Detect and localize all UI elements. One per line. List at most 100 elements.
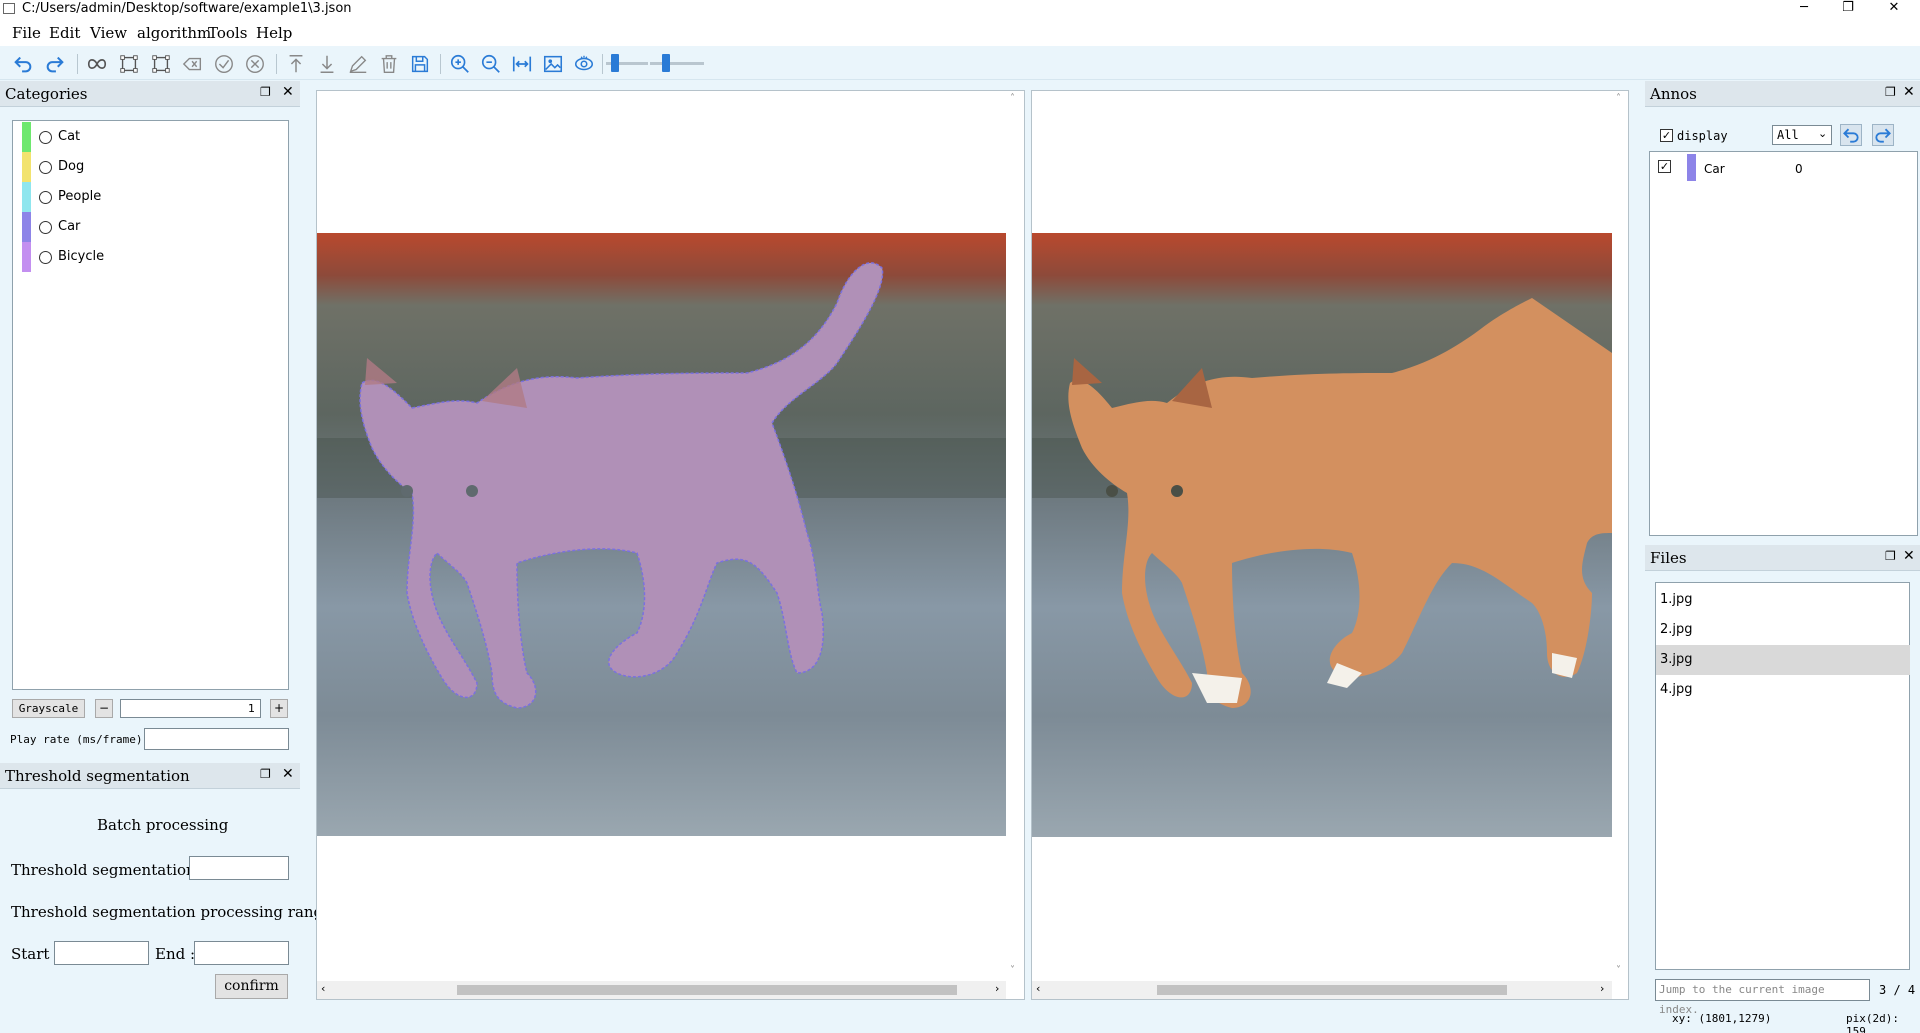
- pencil-icon[interactable]: [345, 51, 371, 77]
- category-item-people[interactable]: People: [22, 182, 292, 212]
- scrollbar-thumb[interactable]: [1157, 985, 1507, 995]
- annos-undo-button[interactable]: [1840, 124, 1862, 146]
- categories-list: Cat Dog People Car Bicycle: [12, 120, 289, 690]
- vertical-scrollbar[interactable]: ˄ ˅: [1006, 91, 1024, 981]
- erase-icon[interactable]: [180, 51, 206, 77]
- contrast-slider-track[interactable]: [650, 62, 704, 65]
- close-icon[interactable]: ✕: [282, 766, 294, 782]
- category-radio[interactable]: [39, 191, 52, 204]
- float-icon[interactable]: ❐: [1885, 549, 1896, 563]
- category-color-swatch: [22, 212, 31, 242]
- brightness-slider-handle[interactable]: [611, 54, 620, 72]
- image-icon[interactable]: [540, 51, 566, 77]
- grayscale-button[interactable]: Grayscale: [12, 699, 85, 718]
- close-icon[interactable]: ✕: [1903, 548, 1915, 564]
- category-radio[interactable]: [39, 161, 52, 174]
- toolbar-separator: [440, 54, 441, 74]
- file-item[interactable]: 1.jpg: [1656, 585, 1910, 615]
- files-dock-header: Files ❐ ✕: [1645, 545, 1920, 571]
- anno-color-swatch: [1687, 154, 1696, 181]
- start-input[interactable]: [54, 941, 149, 965]
- close-icon[interactable]: ✕: [282, 84, 294, 100]
- category-label: Bicycle: [58, 249, 105, 264]
- category-label: Cat: [58, 129, 81, 144]
- move-up-icon[interactable]: [283, 51, 309, 77]
- category-radio[interactable]: [39, 251, 52, 264]
- menu-help[interactable]: Help: [256, 24, 292, 42]
- redo-icon[interactable]: [42, 51, 68, 77]
- file-name: 4.jpg: [1660, 682, 1693, 697]
- original-image-canvas[interactable]: ‹ › ˄ ˅: [1031, 90, 1629, 1000]
- increment-button[interactable]: +: [270, 699, 288, 718]
- zoom-in-icon[interactable]: [447, 51, 473, 77]
- confirm-button[interactable]: confirm: [215, 974, 288, 999]
- batch-processing-label: Batch processing: [97, 816, 229, 834]
- float-icon[interactable]: ❐: [260, 767, 271, 781]
- status-pix: pix(2d): 159: [1846, 1012, 1899, 1033]
- infinity-icon[interactable]: [84, 51, 110, 77]
- scrollbar-thumb[interactable]: [457, 985, 957, 995]
- file-item[interactable]: 4.jpg: [1656, 675, 1910, 705]
- undo-icon: [1843, 128, 1859, 143]
- move-down-icon[interactable]: [314, 51, 340, 77]
- anno-label: Car: [1704, 162, 1725, 176]
- cancel-circle-icon[interactable]: [242, 51, 268, 77]
- anno-checkbox[interactable]: ✓: [1658, 160, 1671, 173]
- categories-title: Categories: [5, 85, 88, 103]
- trash-icon[interactable]: [376, 51, 402, 77]
- horizontal-scrollbar[interactable]: ‹ ›: [1032, 981, 1612, 999]
- category-item-cat[interactable]: Cat: [22, 122, 292, 152]
- fit-width-icon[interactable]: [509, 51, 535, 77]
- category-label: People: [58, 189, 102, 204]
- play-rate-input[interactable]: [144, 728, 289, 750]
- zoom-out-icon[interactable]: [478, 51, 504, 77]
- original-cat-image[interactable]: [1032, 233, 1612, 837]
- menu-view[interactable]: View: [90, 24, 127, 42]
- category-item-dog[interactable]: Dog: [22, 152, 292, 182]
- decrement-button[interactable]: −: [95, 699, 113, 718]
- end-input[interactable]: [194, 941, 289, 965]
- menu-edit[interactable]: Edit: [49, 24, 80, 42]
- check-circle-icon[interactable]: [211, 51, 237, 77]
- annotated-cat-image[interactable]: [317, 233, 1006, 836]
- category-radio[interactable]: [39, 221, 52, 234]
- category-item-bicycle[interactable]: Bicycle: [22, 242, 292, 272]
- annos-filter-select[interactable]: All ⌄: [1772, 125, 1832, 145]
- close-icon[interactable]: ✕: [1903, 84, 1915, 100]
- category-item-car[interactable]: Car: [22, 212, 292, 242]
- category-radio[interactable]: [39, 131, 52, 144]
- eye-icon[interactable]: [571, 51, 597, 77]
- threshold-size-input[interactable]: [189, 856, 289, 880]
- undo-icon[interactable]: [10, 51, 36, 77]
- category-color-swatch: [22, 182, 31, 212]
- menu-file[interactable]: File: [12, 24, 41, 42]
- save-icon[interactable]: [407, 51, 433, 77]
- jump-index-input[interactable]: Jump to the current image index.: [1655, 979, 1870, 1016]
- polygon-icon[interactable]: [116, 51, 142, 77]
- status-xy: xy: (1801,1279): [1672, 1012, 1772, 1025]
- files-list: 1.jpg 2.jpg 3.jpg 4.jpg: [1655, 582, 1910, 970]
- frame-spinbox[interactable]: 1: [120, 699, 261, 718]
- anno-value: 0: [1795, 162, 1803, 176]
- menu-tools[interactable]: Tools: [208, 24, 247, 42]
- annotated-image-canvas[interactable]: ‹ › ˄ ˅: [316, 90, 1025, 1000]
- contrast-slider-handle[interactable]: [661, 54, 670, 72]
- menu-algorithm[interactable]: algorithm: [137, 24, 211, 42]
- app-icon: [3, 3, 15, 14]
- file-name: 2.jpg: [1660, 622, 1693, 637]
- horizontal-scrollbar[interactable]: ‹ ›: [317, 981, 1006, 999]
- file-item[interactable]: 2.jpg: [1656, 615, 1910, 645]
- files-title: Files: [1650, 549, 1687, 567]
- close-window-button[interactable]: ✕: [1872, 0, 1916, 18]
- annos-title: Annos: [1650, 85, 1697, 103]
- rectangle-icon[interactable]: [148, 51, 174, 77]
- category-label: Dog: [58, 159, 85, 174]
- vertical-scrollbar[interactable]: ˄ ˅: [1612, 91, 1628, 981]
- float-icon[interactable]: ❐: [260, 85, 271, 99]
- float-icon[interactable]: ❐: [1885, 85, 1896, 99]
- display-checkbox[interactable]: ✓: [1660, 129, 1673, 142]
- minimize-button[interactable]: ─: [1782, 0, 1826, 18]
- annos-redo-button[interactable]: [1872, 124, 1894, 146]
- file-item[interactable]: 3.jpg: [1656, 645, 1910, 675]
- restore-button[interactable]: ❐: [1826, 0, 1870, 18]
